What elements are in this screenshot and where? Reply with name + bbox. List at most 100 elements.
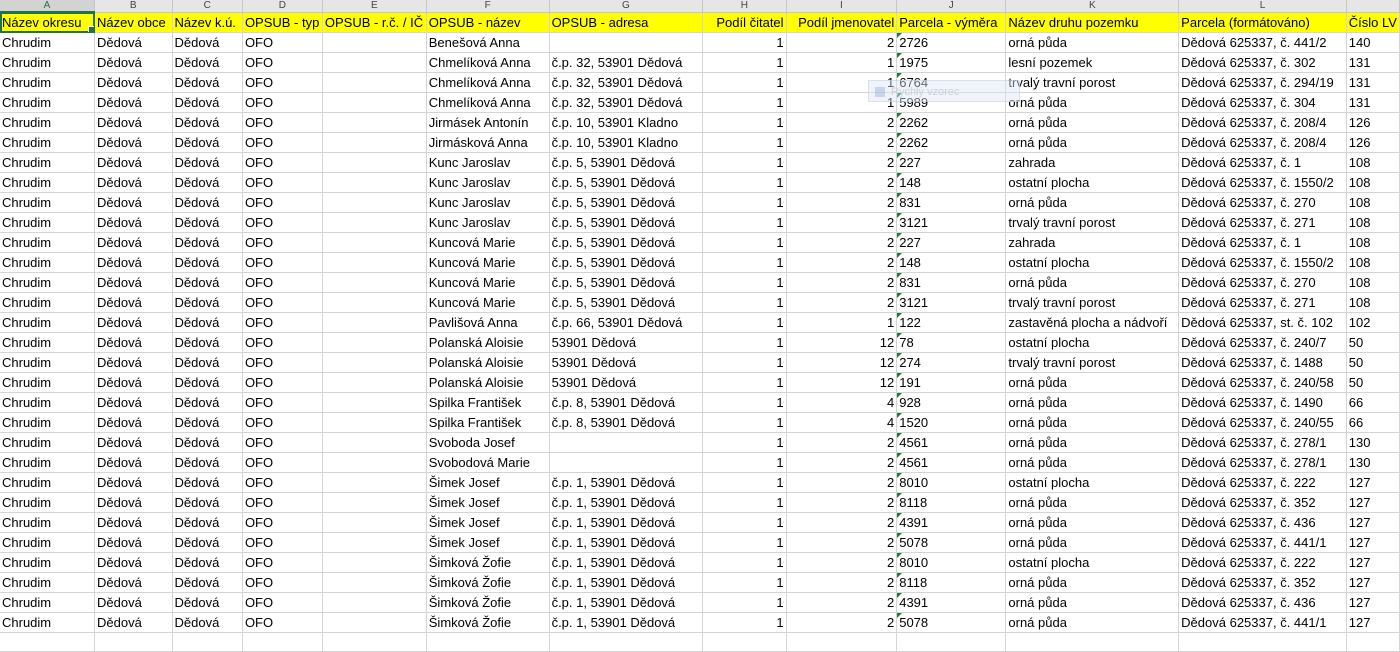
cell[interactable]: Dědová [94, 512, 173, 533]
cell[interactable]: OFO [242, 332, 323, 353]
cell[interactable] [322, 572, 427, 593]
cell[interactable]: Dědová [172, 332, 243, 353]
cell[interactable]: OFO [242, 592, 323, 613]
cell[interactable]: Dědová [94, 192, 173, 213]
cell[interactable]: 2726 [896, 32, 1007, 53]
cell[interactable]: OFO [242, 232, 323, 253]
cell[interactable]: OFO [242, 192, 323, 213]
cell[interactable]: Polanská Aloisie [426, 372, 550, 393]
header-cell[interactable]: Název okresu [0, 12, 96, 33]
cell[interactable] [322, 612, 427, 633]
cell[interactable]: Dědová [94, 232, 173, 253]
cell[interactable]: Dědová 625337, č. 294/19 [1178, 72, 1347, 93]
cell[interactable]: 1 [702, 392, 787, 413]
cell[interactable] [549, 432, 704, 453]
cell[interactable]: 53901 Dědová [549, 352, 704, 373]
cell[interactable]: Dědová 625337, č. 278/1 [1178, 432, 1347, 453]
cell[interactable]: č.p. 5, 53901 Dědová [549, 212, 704, 233]
column-header-k[interactable]: K [1005, 0, 1180, 13]
cell[interactable]: OFO [242, 432, 323, 453]
cell[interactable]: Dědová [94, 272, 173, 293]
cell[interactable]: 148 [896, 252, 1007, 273]
cell[interactable]: Dědová [172, 592, 243, 613]
cell[interactable]: OFO [242, 272, 323, 293]
cell[interactable]: Chrudim [0, 112, 96, 133]
cell[interactable]: č.p. 66, 53901 Dědová [549, 312, 704, 333]
cell[interactable]: 5078 [896, 532, 1007, 553]
cell[interactable] [322, 192, 427, 213]
cell[interactable]: Dědová 625337, č. 304 [1178, 92, 1347, 113]
cell[interactable]: orná půda [1005, 32, 1180, 53]
cell[interactable]: orná půda [1005, 532, 1180, 553]
cell[interactable]: Chrudim [0, 252, 96, 273]
cell[interactable]: 1 [702, 112, 787, 133]
cell[interactable]: 227 [896, 232, 1007, 253]
cell[interactable]: orná půda [1005, 512, 1180, 533]
cell[interactable]: Dědová [94, 492, 173, 513]
cell[interactable]: 831 [896, 192, 1007, 213]
cell[interactable]: trvalý travní porost [1005, 352, 1180, 373]
cell[interactable]: Dědová [172, 392, 243, 413]
cell[interactable]: 1 [702, 192, 787, 213]
cell[interactable]: 8118 [896, 572, 1007, 593]
cell[interactable]: Chrudim [0, 512, 96, 533]
cell[interactable]: OFO [242, 452, 323, 473]
cell[interactable]: 108 [1346, 232, 1400, 253]
cell[interactable]: Benešová Anna [426, 32, 550, 53]
cell[interactable]: 4391 [896, 592, 1007, 613]
cell[interactable]: orná půda [1005, 492, 1180, 513]
header-cell[interactable]: Název druhu pozemku [1005, 12, 1180, 33]
cell[interactable] [322, 292, 427, 313]
cell[interactable]: OFO [242, 52, 323, 73]
cell[interactable]: č.p. 5, 53901 Dědová [549, 192, 704, 213]
cell[interactable]: 131 [1346, 52, 1400, 73]
cell[interactable]: 1 [702, 412, 787, 433]
cell[interactable]: OFO [242, 512, 323, 533]
cell[interactable]: Dědová [172, 232, 243, 253]
column-header-h[interactable]: H [702, 0, 787, 13]
cell[interactable]: Dědová [94, 312, 173, 333]
cell[interactable]: OFO [242, 532, 323, 553]
cell[interactable]: Dědová [172, 352, 243, 373]
header-cell[interactable]: OPSUB - název [426, 12, 550, 33]
cell[interactable]: 2 [786, 232, 898, 253]
cell[interactable]: orná půda [1005, 592, 1180, 613]
cell[interactable]: 2 [786, 32, 898, 53]
cell[interactable] [549, 32, 704, 53]
cell[interactable]: 4 [786, 392, 898, 413]
cell[interactable]: 1 [702, 432, 787, 453]
cell[interactable]: Šimková Žofie [426, 572, 550, 593]
cell[interactable]: č.p. 32, 53901 Dědová [549, 52, 704, 73]
cell[interactable] [322, 312, 427, 333]
cell[interactable]: Dědová 625337, č. 1490 [1178, 392, 1347, 413]
cell[interactable]: 1 [702, 332, 787, 353]
cell[interactable]: Dědová [172, 472, 243, 493]
header-cell[interactable]: OPSUB - typ [242, 12, 323, 33]
cell[interactable]: Dědová [94, 252, 173, 273]
cell[interactable]: 2 [786, 612, 898, 633]
cell[interactable]: OFO [242, 412, 323, 433]
cell[interactable]: 1 [702, 312, 787, 333]
cell[interactable]: 78 [896, 332, 1007, 353]
cell[interactable] [322, 72, 427, 93]
cell[interactable]: 1 [702, 512, 787, 533]
cell[interactable]: Dědová [172, 272, 243, 293]
cell[interactable]: Dědová [94, 612, 173, 633]
cell[interactable]: Dědová [172, 92, 243, 113]
cell[interactable]: 127 [1346, 492, 1400, 513]
cell[interactable]: 191 [896, 372, 1007, 393]
header-cell[interactable]: OPSUB - r.č. / IČ [322, 12, 427, 33]
cell[interactable]: č.p. 32, 53901 Dědová [549, 92, 704, 113]
cell[interactable]: Spilka František [426, 412, 550, 433]
cell[interactable]: OFO [242, 112, 323, 133]
cell[interactable]: Dědová [94, 132, 173, 153]
cell[interactable]: č.p. 1, 53901 Dědová [549, 492, 704, 513]
cell[interactable]: 131 [1346, 72, 1400, 93]
cell[interactable]: 2 [786, 592, 898, 613]
cell[interactable]: 1 [702, 592, 787, 613]
cell[interactable]: Šimek Josef [426, 472, 550, 493]
cell[interactable]: 2 [786, 112, 898, 133]
cell[interactable]: OFO [242, 572, 323, 593]
cell[interactable] [322, 592, 427, 613]
cell[interactable] [322, 92, 427, 113]
